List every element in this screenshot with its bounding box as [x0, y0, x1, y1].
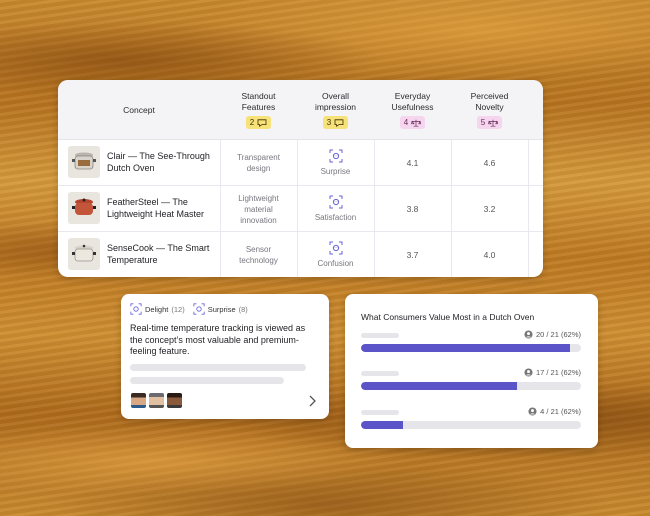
value-chart-card: What Consumers Value Most in a Dutch Ove…	[345, 294, 598, 448]
participant-avatars	[131, 393, 182, 408]
impression-cell: Surprise	[297, 140, 374, 186]
emotion-tag-delight[interactable]: Delight (12)	[130, 303, 185, 315]
text-placeholder	[130, 377, 284, 384]
comment-badge[interactable]: 2	[245, 116, 272, 129]
bar-track	[361, 382, 581, 390]
impression-cell: Satisfaction	[297, 186, 374, 232]
scale-badge[interactable]: 4	[399, 116, 426, 129]
impression-cell: Confusion	[297, 232, 374, 277]
feature-cell: Sensor technology	[239, 245, 278, 265]
novelty-score: 3.2	[483, 203, 496, 214]
concept-cell: SenseCook — The Smart Temperature	[68, 238, 217, 270]
bar-fill	[361, 344, 570, 352]
table-row[interactable]: Clair — The See-Through Dutch Oven Trans…	[58, 140, 543, 186]
bar-count: 17 / 21 (62%)	[524, 368, 581, 377]
header-perceived-novelty[interactable]: Perceived Novelty 5	[451, 80, 528, 140]
avatar[interactable]	[131, 393, 146, 408]
novelty-score: 4.0	[483, 249, 496, 260]
emotion-tag-surprise[interactable]: Surprise (8)	[193, 303, 248, 315]
face-scan-icon	[329, 241, 342, 255]
bar-count: 4 / 21 (62%)	[528, 407, 581, 416]
face-scan-icon	[329, 149, 342, 163]
dutch-oven-image	[68, 238, 100, 270]
header-everyday-usefulness[interactable]: Everyday Usefulness 4	[374, 80, 451, 140]
bar-count: 20 / 21 (62%)	[524, 330, 581, 339]
bar-fill	[361, 382, 518, 390]
usefulness-score: 4.1	[406, 157, 419, 168]
text-placeholder	[130, 364, 306, 371]
scale-badge[interactable]: 5	[476, 116, 503, 129]
bar-row: 4 / 21 (62%)	[361, 407, 581, 433]
scale-icon	[488, 119, 499, 127]
bar-track	[361, 421, 581, 429]
avatar[interactable]	[149, 393, 164, 408]
scale-icon	[411, 119, 422, 127]
insight-text: Real-time temperature tracking is viewed…	[130, 323, 306, 356]
concept-name: SenseCook — The Smart Temperature	[107, 243, 210, 265]
concept-name: Clair — The See-Through Dutch Oven	[107, 151, 210, 173]
bar-row: 20 / 21 (62%)	[361, 330, 581, 356]
face-scan-icon	[193, 303, 205, 315]
table-row[interactable]: SenseCook — The Smart Temperature Sensor…	[58, 232, 543, 277]
face-scan-icon	[329, 195, 342, 209]
header-overall-impression[interactable]: Overall impression 3	[297, 80, 374, 140]
avatar[interactable]	[167, 393, 182, 408]
dutch-oven-image	[68, 192, 100, 224]
bar-fill	[361, 421, 403, 429]
face-scan-icon	[130, 303, 142, 315]
user-icon	[528, 407, 537, 416]
usefulness-score: 3.7	[406, 249, 419, 260]
table-header: Concept Standout Features 2 Overall impr…	[58, 80, 543, 140]
header-concept: Concept	[123, 104, 155, 115]
dutch-oven-image	[68, 146, 100, 178]
insight-card[interactable]: Delight (12) Surprise (8) Real-time temp…	[121, 294, 329, 419]
concept-name: FeatherSteel — The Lightweight Heat Mast…	[107, 197, 205, 219]
bar-track	[361, 344, 581, 352]
bar-row: 17 / 21 (62%)	[361, 368, 581, 394]
bar-label-placeholder	[361, 333, 399, 338]
usefulness-score: 3.8	[406, 203, 419, 214]
concept-table: Concept Standout Features 2 Overall impr…	[58, 80, 543, 277]
novelty-score: 4.6	[483, 157, 496, 168]
comment-icon	[257, 118, 267, 127]
concept-cell: Clair — The See-Through Dutch Oven	[68, 146, 217, 178]
bar-label-placeholder	[361, 371, 399, 376]
comment-badge[interactable]: 3	[322, 116, 349, 129]
bar-label-placeholder	[361, 410, 399, 415]
user-icon	[524, 368, 533, 377]
chevron-right-icon[interactable]	[305, 393, 319, 409]
header-standout-features[interactable]: Standout Features 2	[220, 80, 297, 140]
comment-icon	[334, 118, 344, 127]
feature-cell: Transparent design	[237, 153, 280, 173]
feature-cell: Lightweight material innovation	[238, 193, 279, 225]
emotion-tags: Delight (12) Surprise (8)	[130, 303, 248, 315]
user-icon	[524, 330, 533, 339]
chart-title: What Consumers Value Most in a Dutch Ove…	[361, 312, 535, 322]
concept-cell: FeatherSteel — The Lightweight Heat Mast…	[68, 192, 217, 224]
table-row[interactable]: FeatherSteel — The Lightweight Heat Mast…	[58, 186, 543, 232]
